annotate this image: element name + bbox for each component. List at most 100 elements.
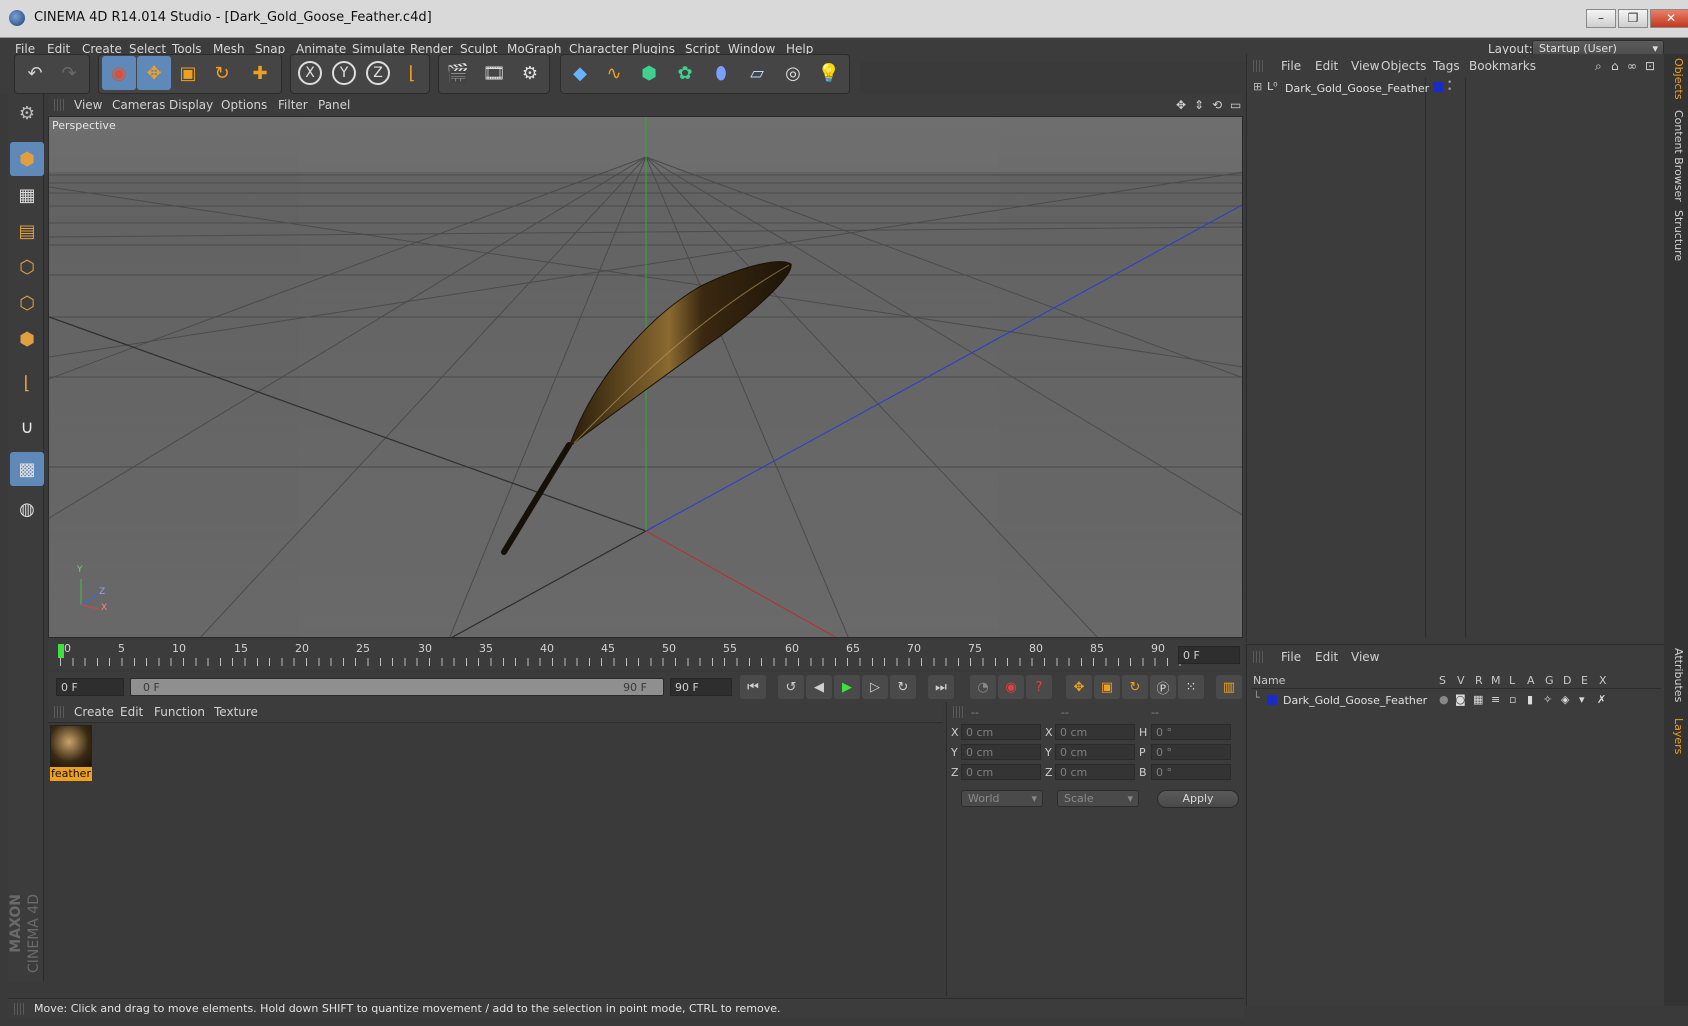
material-thumbnail[interactable] — [50, 725, 92, 767]
go-to-start-icon[interactable]: ⏮ — [740, 675, 766, 699]
record-parameters-icon[interactable]: Ⓟ — [1150, 675, 1176, 699]
solo-icon[interactable]: ● — [1439, 693, 1449, 706]
viewport-menu-panel[interactable]: Panel — [318, 98, 350, 112]
scale-tool-icon[interactable]: ▣ — [171, 56, 205, 90]
rotate-tool-icon[interactable]: ↻ — [205, 56, 239, 90]
render-icon[interactable]: ▦ — [1473, 693, 1483, 706]
viewport-menu-filter[interactable]: Filter — [278, 98, 308, 112]
next-frame-icon[interactable]: ▷ — [862, 675, 888, 699]
object-menu-tags[interactable]: Tags — [1433, 59, 1460, 73]
current-frame-field[interactable]: 0 F — [1178, 646, 1240, 664]
material-menu-edit[interactable]: Edit — [120, 705, 143, 719]
link-icon[interactable]: ∞ — [1627, 59, 1637, 73]
viewport-menu-display[interactable]: Display — [169, 98, 213, 112]
workplane-mode-icon[interactable]: ▤ — [10, 214, 44, 248]
animation-icon[interactable]: ▮ — [1527, 693, 1533, 706]
pos-y-field[interactable]: 0 cm — [961, 744, 1041, 760]
layer-menu-file[interactable]: File — [1281, 650, 1301, 664]
viewport-dolly-icon[interactable]: ⇕ — [1194, 98, 1204, 112]
timeline-ruler[interactable]: 0 5 10 15 20 25 30 35 40 45 50 55 60 65 … — [48, 640, 1243, 670]
sculpt-icon[interactable]: ◍ — [10, 492, 44, 526]
redo-icon[interactable]: ↷ — [52, 56, 86, 90]
pos-x-field[interactable]: 0 cm — [961, 724, 1041, 740]
rot-b-field[interactable]: 0 ° — [1151, 764, 1231, 780]
layer-col-deformers[interactable]: D — [1563, 674, 1571, 687]
object-menu-edit[interactable]: Edit — [1315, 59, 1338, 73]
pos-z-field[interactable]: 0 cm — [961, 764, 1041, 780]
expand-icon[interactable]: ⊞ — [1253, 80, 1262, 93]
object-name[interactable]: Dark_Gold_Goose_Feather — [1285, 82, 1429, 95]
timeline-window-icon[interactable]: ▥ — [1216, 675, 1242, 699]
z-axis-lock-button[interactable]: Z — [361, 56, 395, 90]
viewport-maximize-icon[interactable]: ▭ — [1230, 98, 1241, 112]
workplane-lock-icon[interactable]: ▩ — [10, 452, 44, 486]
go-to-previous-key-icon[interactable]: ↺ — [778, 675, 804, 699]
home-icon[interactable]: ⌂ — [1611, 59, 1619, 73]
create-tool-icon[interactable]: ✚ — [243, 56, 277, 90]
start-frame-field[interactable]: 0 F — [56, 678, 124, 696]
eye-icon[interactable]: ◙ — [1455, 693, 1466, 706]
record-point-level-icon[interactable]: ⁙ — [1178, 675, 1204, 699]
layer-col-render[interactable]: R — [1475, 674, 1483, 687]
apply-button[interactable]: Apply — [1157, 790, 1239, 808]
coordinate-space-dropdown[interactable]: World ▾ — [961, 790, 1043, 807]
record-rotation-icon[interactable]: ↻ — [1122, 675, 1148, 699]
tab-layers[interactable]: Layers — [1667, 718, 1685, 754]
y-axis-lock-button[interactable]: Y — [327, 56, 361, 90]
new-panel-icon[interactable]: ⊡ — [1645, 59, 1655, 73]
move-tool-icon[interactable]: ✥ — [137, 56, 171, 90]
layer-color-swatch[interactable] — [1267, 695, 1277, 705]
layer-col-view[interactable]: V — [1457, 674, 1465, 687]
record-keys-icon[interactable]: ◔ — [970, 675, 996, 699]
perspective-viewport[interactable]: Perspective Y Z X — [48, 116, 1243, 638]
layer-row[interactable]: └ Dark_Gold_Goose_Feather ● ◙ ▦ ≡ ▫ ▮ ✧ … — [1251, 691, 1661, 709]
live-selection-icon[interactable]: ◉ — [102, 56, 136, 90]
edges-mode-icon[interactable]: ⬡ — [10, 286, 44, 320]
expression-icon[interactable]: ▾ — [1579, 693, 1585, 706]
render-view-icon[interactable]: 🎬 — [441, 56, 475, 90]
tab-objects[interactable]: Objects — [1667, 58, 1685, 100]
layer-col-generators[interactable]: G — [1545, 674, 1554, 687]
layer-menu-view[interactable]: View — [1351, 650, 1379, 664]
viewport-menu-options[interactable]: Options — [221, 98, 267, 112]
lock-icon[interactable]: ▫ — [1509, 693, 1516, 706]
object-menu-bookmarks[interactable]: Bookmarks — [1469, 59, 1536, 73]
render-picture-viewer-icon[interactable]: 🎞 — [477, 56, 511, 90]
material-menu-function[interactable]: Function — [154, 705, 205, 719]
size-mode-dropdown[interactable]: Scale ▾ — [1057, 790, 1139, 807]
go-to-end-icon[interactable]: ⏭ — [928, 675, 954, 699]
rot-p-field[interactable]: 0 ° — [1151, 744, 1231, 760]
play-forward-icon[interactable]: ▶ — [834, 675, 860, 699]
preview-range-slider[interactable]: 0 F 90 F — [130, 678, 664, 696]
make-editable-icon[interactable]: ⚙ — [10, 96, 44, 130]
subdivision-surface-icon[interactable]: ⬢ — [632, 56, 666, 90]
rot-h-field[interactable]: 0 ° — [1151, 724, 1231, 740]
model-mode-icon[interactable]: ⬢ — [10, 142, 44, 176]
cube-icon[interactable]: ◆ — [563, 56, 597, 90]
floor-icon[interactable]: ▱ — [740, 56, 774, 90]
record-position-icon[interactable]: ✥ — [1066, 675, 1092, 699]
x-axis-lock-button[interactable]: X — [293, 56, 327, 90]
object-menu-objects[interactable]: Objects — [1381, 59, 1426, 73]
material-name-label[interactable]: feather — [50, 767, 92, 781]
restore-button[interactable]: ❐ — [1618, 9, 1648, 28]
visibility-dots-icon[interactable]: • • — [1447, 79, 1452, 95]
light-icon[interactable]: 💡 — [812, 56, 846, 90]
layer-col-expressions[interactable]: E — [1581, 674, 1588, 687]
layer-col-solo[interactable]: S — [1439, 674, 1446, 687]
close-button[interactable]: ✕ — [1650, 9, 1688, 28]
deformer-icon[interactable]: ⬮ — [704, 56, 738, 90]
object-menu-file[interactable]: File — [1281, 59, 1301, 73]
go-to-next-key-icon[interactable]: ↻ — [890, 675, 916, 699]
points-mode-icon[interactable]: ⬡ — [10, 250, 44, 284]
manager-icon[interactable]: ≡ — [1491, 693, 1500, 706]
undo-icon[interactable]: ↶ — [18, 56, 52, 90]
viewport-menu-cameras[interactable]: Cameras — [112, 98, 165, 112]
autokeying-icon[interactable]: ◉ — [998, 675, 1024, 699]
spline-icon[interactable]: ∿ — [597, 56, 631, 90]
layer-menu-edit[interactable]: Edit — [1315, 650, 1338, 664]
xref-icon[interactable]: ✗ — [1597, 693, 1606, 706]
layer-col-locked[interactable]: L — [1509, 674, 1515, 687]
viewport-rotate-icon[interactable]: ⟲ — [1212, 98, 1222, 112]
render-settings-icon[interactable]: ⚙ — [513, 56, 547, 90]
